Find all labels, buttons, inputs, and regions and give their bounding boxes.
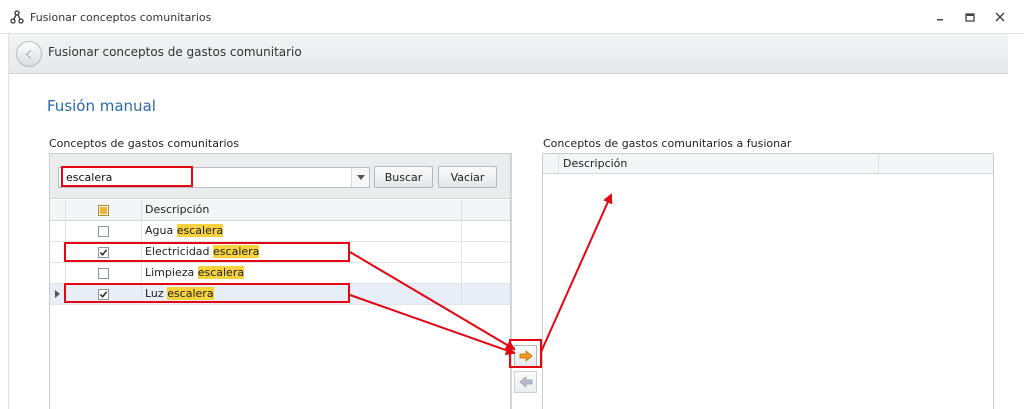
annotation-box-add-button bbox=[509, 339, 542, 368]
row-indicator-header bbox=[50, 200, 66, 220]
close-icon[interactable] bbox=[992, 9, 1008, 25]
target-row-indicator-header bbox=[543, 154, 559, 173]
source-panel: Buscar Vaciar Descripción Agua escaleraE… bbox=[49, 153, 511, 409]
panel-divider bbox=[511, 153, 512, 409]
window-title: Fusionar conceptos comunitarios bbox=[30, 11, 212, 24]
target-grid-label: Conceptos de gastos comunitarios a fusio… bbox=[543, 137, 792, 150]
restore-icon[interactable] bbox=[962, 9, 978, 25]
row-filler bbox=[462, 242, 510, 262]
row-checkbox[interactable] bbox=[98, 225, 109, 237]
window-titlebar: Fusionar conceptos comunitarios bbox=[0, 0, 1024, 34]
table-row[interactable]: Agua escalera bbox=[50, 221, 510, 242]
section-title: Fusión manual bbox=[47, 97, 156, 115]
target-column-header-description[interactable]: Descripción bbox=[559, 154, 879, 173]
minimize-icon[interactable] bbox=[932, 9, 948, 25]
row-filler bbox=[462, 263, 510, 283]
column-header-description[interactable]: Descripción bbox=[142, 200, 462, 220]
row-checkbox-cell bbox=[66, 221, 142, 241]
target-grid-header: Descripción bbox=[543, 154, 993, 174]
clear-button[interactable]: Vaciar bbox=[438, 166, 497, 188]
row-filler bbox=[462, 221, 510, 241]
grid-header-filler bbox=[462, 200, 510, 220]
page-header: Fusionar conceptos de gastos comunitario bbox=[8, 34, 1008, 74]
select-all-cell bbox=[66, 200, 142, 220]
remove-from-merge-button[interactable] bbox=[514, 371, 537, 393]
row-description: Agua escalera bbox=[142, 221, 462, 241]
description-text: Agua bbox=[145, 224, 177, 237]
page-title: Fusionar conceptos de gastos comunitario bbox=[48, 45, 302, 59]
chevron-down-icon[interactable] bbox=[351, 168, 369, 187]
row-indicator bbox=[50, 221, 66, 241]
search-button[interactable]: Buscar bbox=[374, 166, 433, 188]
hierarchy-icon bbox=[10, 10, 24, 24]
row-checkbox[interactable] bbox=[98, 267, 109, 279]
table-row[interactable]: Limpieza escalera bbox=[50, 263, 510, 284]
select-all-checkbox[interactable] bbox=[98, 204, 109, 216]
row-checkbox-cell bbox=[66, 263, 142, 283]
search-match-highlight: escalera bbox=[176, 224, 224, 237]
back-arrow-icon bbox=[24, 49, 32, 59]
search-match-highlight: escalera bbox=[197, 266, 245, 279]
back-button[interactable] bbox=[16, 41, 42, 67]
arrow-left-icon bbox=[518, 376, 532, 388]
target-panel: Descripción bbox=[542, 153, 994, 409]
row-filler bbox=[462, 284, 510, 304]
row-indicator bbox=[50, 263, 66, 283]
annotation-box-row-electricidad bbox=[64, 242, 350, 262]
current-row-icon bbox=[55, 290, 60, 298]
description-text: Limpieza bbox=[145, 266, 198, 279]
row-description: Limpieza escalera bbox=[142, 263, 462, 283]
annotation-box-search bbox=[61, 166, 193, 187]
annotation-box-row-luz bbox=[64, 283, 350, 303]
source-grid-label: Conceptos de gastos comunitarios bbox=[49, 137, 240, 150]
grid-header-row: Descripción bbox=[50, 200, 510, 221]
